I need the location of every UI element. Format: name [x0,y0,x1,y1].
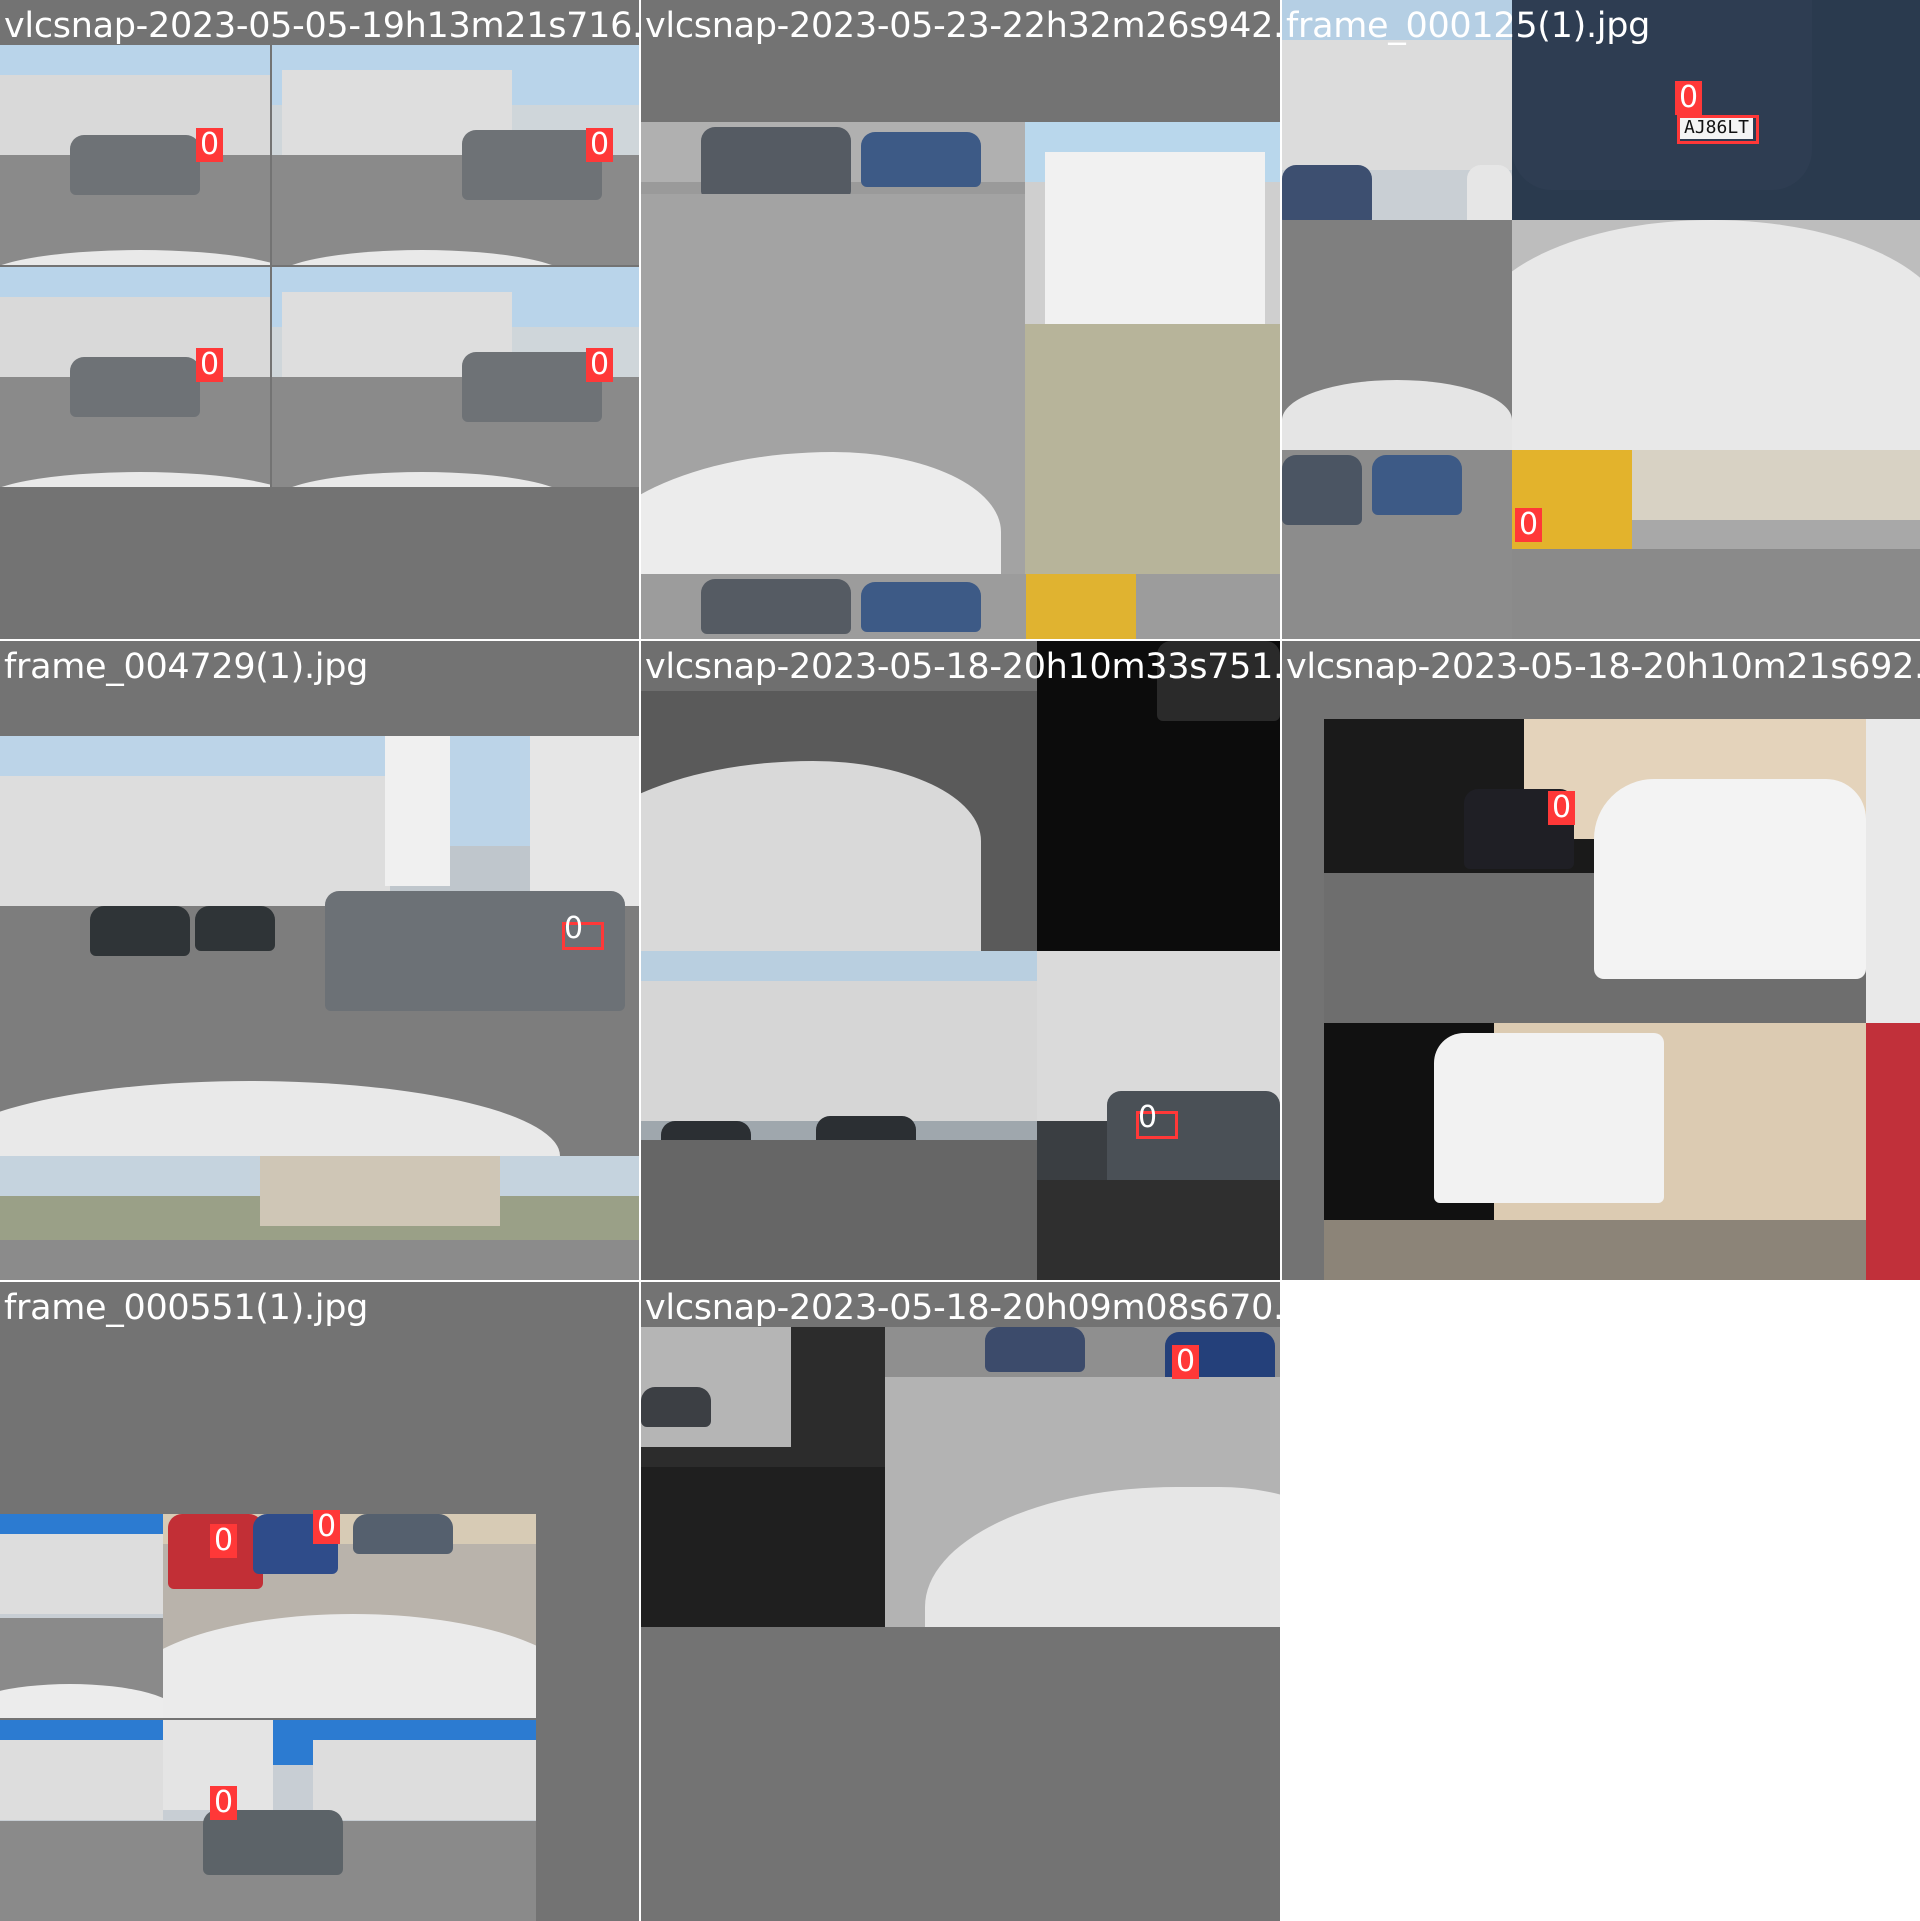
tile-7: 0 0 0 frame_000551(1).jpg [0,1282,639,1921]
detection-label: 0 [1675,81,1703,115]
detection-label: 0 [564,911,584,946]
photo-3d [1512,450,1920,639]
tile-filename: vlcsnap-2023-05-18-20h09m08s670.png [645,1288,1280,1328]
photo-6b [1324,1023,1866,1280]
detection-label: 0 [196,128,224,162]
detection-label: 0 [1548,791,1576,825]
tile-2: vlcsnap-2023-05-23-22h32m26s942.png [641,0,1280,639]
photo-4b [0,1156,639,1280]
tile-8: 0 vlcsnap-2023-05-18-20h09m08s670.png [641,1282,1280,1921]
tile-filename: vlcsnap-2023-05-05-19h13m21s716.png [4,6,639,46]
photo-1d [272,267,639,487]
photo-3b [1512,0,1920,450]
photo-6c [1866,719,1920,1023]
tile-4: 0 frame_004729(1).jpg [0,641,639,1280]
photo-6d [1866,1023,1920,1280]
mosaic-grid: 0 0 0 0 vlcsnap-2023-05-05-19h13m21s716.… [0,0,1920,1921]
photo-2a [641,122,1025,574]
photo-1b [272,45,639,265]
photo-6a [1324,719,1866,1023]
tile-filename: frame_000551(1).jpg [4,1288,369,1328]
tile-filename: frame_000125(1).jpg [1286,6,1651,46]
detection-label: 0 [586,348,614,382]
photo-1c [0,267,270,487]
photo-4a [0,736,639,1156]
tile-6: 0 vlcsnap-2023-05-18-20h10m21s692.png [1282,641,1920,1280]
detection-label: 0 [1138,1100,1158,1135]
photo-3c [1282,450,1512,639]
photo-7a [0,1514,163,1718]
tile-1: 0 0 0 0 vlcsnap-2023-05-05-19h13m21s716.… [0,0,639,639]
detection-label: 0 [1172,1345,1200,1379]
tile-3: AJ86LT 0 0 frame_000125(1).jpg [1282,0,1920,639]
photo-2c [641,574,1280,639]
photo-7c [0,1720,163,1921]
tile-filename: vlcsnap-2023-05-23-22h32m26s942.png [645,6,1280,46]
tile-5: 0 vlcsnap-2023-05-18-20h10m33s751.png [641,641,1280,1280]
detection-label: 0 [586,128,614,162]
photo-8b [885,1327,1280,1627]
detection-label: 0 [196,348,224,382]
detection-label: 0 [210,1786,238,1820]
photo-1a [0,45,270,265]
tile-filename: vlcsnap-2023-05-18-20h10m33s751.png [645,647,1280,687]
detection-label: 0 [313,1510,341,1544]
photo-2b [1025,122,1280,574]
detection-label: 0 [210,1524,238,1558]
tile-filename: vlcsnap-2023-05-18-20h10m21s692.png [1286,647,1920,687]
photo-7d [163,1720,536,1921]
detection-label: 0 [1515,508,1543,542]
photo-5c [641,951,1037,1280]
photo-8a [641,1327,885,1627]
photo-3a [1282,0,1512,450]
tile-filename: frame_004729(1).jpg [4,647,369,687]
detection-box [1677,115,1759,144]
